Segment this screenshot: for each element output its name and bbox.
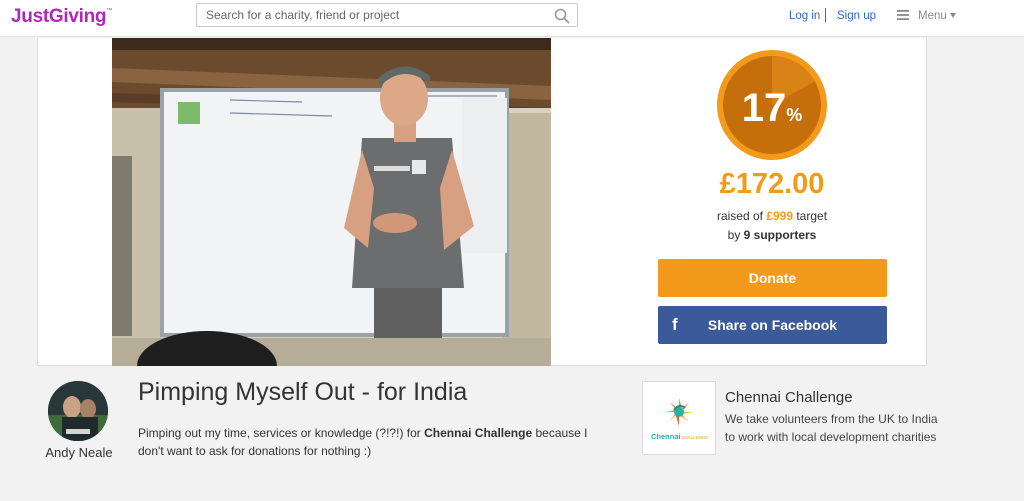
amount-raised: £172.00 (719, 168, 825, 200)
avatar[interactable] (48, 381, 108, 441)
target-text: raised of £999 target (716, 209, 828, 223)
page-story: Pimping out my time, services or knowled… (138, 426, 588, 458)
login-link[interactable]: Log in (789, 10, 820, 22)
page-owner-name[interactable]: Andy Neale (36, 445, 122, 460)
signup-link[interactable]: Sign up (837, 10, 876, 22)
charity-description: We take volunteers from the UK to India … (725, 412, 938, 444)
story-charity-link[interactable]: Chennai Challenge (424, 426, 532, 440)
search-input[interactable] (206, 7, 536, 23)
share-on-facebook-button[interactable]: f Share on Facebook (658, 306, 887, 344)
progress-percent: 17% (741, 86, 803, 130)
justgiving-logo[interactable]: JustGiving™ (11, 6, 112, 28)
fundraising-hero-card: 17% £172.00 raised of £999 target by 9 s… (37, 38, 927, 366)
nav-divider (825, 8, 826, 22)
charity-logo[interactable]: Chennai CHALLENGE (642, 381, 716, 455)
page-title: Pimping Myself Out - for India (138, 378, 468, 406)
charity-logo-text: Chennai (651, 432, 681, 441)
fundraiser-photo (112, 38, 551, 366)
top-navigation-bar: JustGiving™ Log in Sign up Menu (0, 0, 1024, 37)
caret-down-icon[interactable] (950, 13, 956, 18)
supporters-text: by 9 supporters (727, 228, 817, 242)
search-icon[interactable] (554, 8, 570, 24)
target-amount: £999 (766, 209, 794, 223)
donate-button[interactable]: Donate (658, 259, 887, 297)
menu-button-label[interactable]: Menu (918, 10, 947, 22)
charity-name[interactable]: Chennai Challenge (725, 389, 853, 406)
search-box[interactable] (196, 3, 578, 27)
charity-logo-subtext: CHALLENGE (681, 435, 708, 440)
hamburger-menu-icon[interactable] (897, 10, 909, 20)
